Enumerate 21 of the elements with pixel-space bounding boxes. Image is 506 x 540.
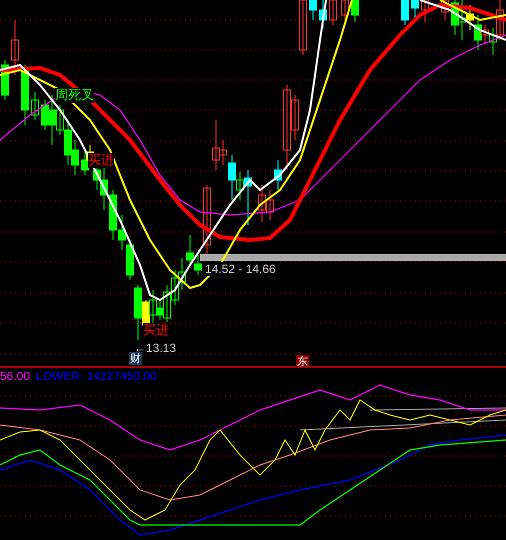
indicator-value: 56.00 — [0, 369, 30, 383]
candle — [329, 0, 337, 26]
candle — [31, 92, 39, 120]
indicator-value: LOWER: 14227450.00 — [36, 369, 157, 383]
candle — [401, 0, 409, 26]
candle — [309, 0, 317, 20]
price-range-label: 14.52 - 14.66 — [205, 262, 276, 276]
marker-badge: 财 — [129, 352, 142, 365]
signal-label: 买进 — [88, 153, 114, 168]
candle — [351, 0, 359, 22]
candle — [299, 0, 307, 56]
candle — [441, 0, 449, 20]
candle — [341, 0, 349, 20]
signal-label: 买进 — [143, 323, 169, 338]
marker-badge: 东 — [296, 355, 309, 368]
signal-label: 周死叉 — [55, 88, 94, 103]
candle — [319, 0, 327, 28]
candle — [11, 20, 19, 76]
candle — [421, 0, 429, 22]
candle — [21, 64, 29, 126]
candle — [411, 0, 419, 20]
